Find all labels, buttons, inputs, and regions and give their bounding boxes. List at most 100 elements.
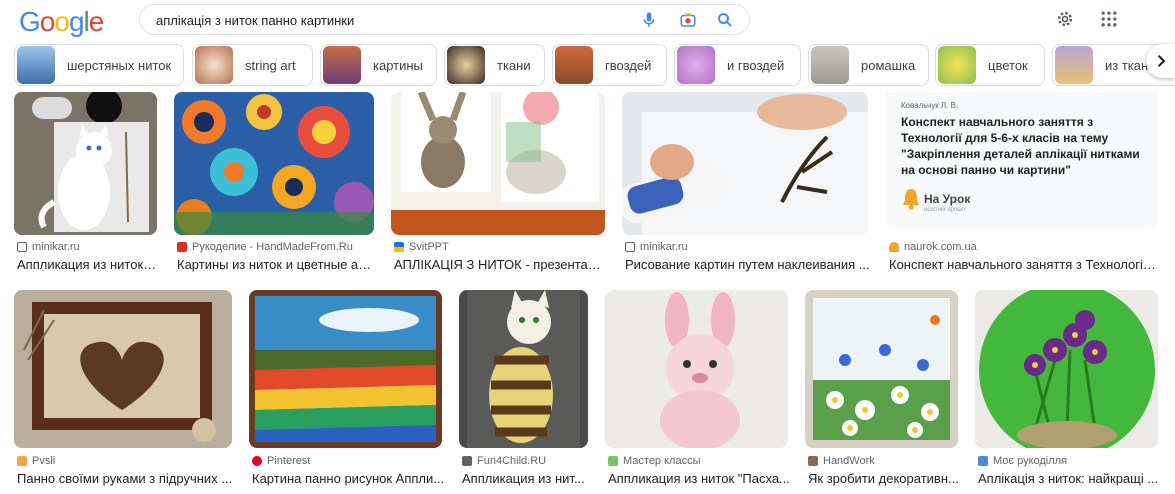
result-source[interactable]: minikar.ru [17,241,80,253]
favicon-icon [177,242,187,252]
result-image[interactable] [14,290,232,448]
result-source[interactable]: Fun4Child.RU [462,455,546,467]
favicon-icon [17,456,27,466]
result-title[interactable]: Панно своїми руками з підручних ... [17,471,235,486]
favicon-icon [462,456,472,466]
result-source[interactable]: naurok.com.ua [889,241,977,253]
result-title[interactable]: Аплікація з ниток: найкращі ... [978,471,1160,486]
result-source[interactable]: Pinterest [252,455,310,467]
glue-drawing-image [622,92,868,235]
result-image[interactable] [391,92,605,235]
doc-author: Ковальчук Л. В. [901,101,959,110]
chip-shersti[interactable]: шерстяных ниток [14,44,184,86]
bell-icon [903,189,919,210]
microphone-icon[interactable] [640,11,658,29]
chip-thumbnail [811,46,849,84]
result-title[interactable]: Конспект навчального заняття з Технологі… [889,257,1159,272]
result-title[interactable]: Як зробити декоративн... [808,471,960,486]
result-source[interactable]: Моє рукоділля [978,455,1067,467]
chip-thumbnail [447,46,485,84]
favicon-icon [252,456,262,466]
favicon-icon [625,242,635,252]
result-title[interactable]: Картина панно рисунок Аппли... [252,471,445,486]
chip-i-gvozdei[interactable]: и гвоздей [674,44,801,86]
result-title[interactable]: Аппликация из ниток. ... [17,257,159,272]
result-title[interactable]: Аппликация из ниток "Пасха... [608,471,791,486]
chip-gvozdei[interactable]: гвоздей [552,44,667,86]
favicon-icon [17,242,27,252]
chip-thumbnail [555,46,593,84]
landscape-fields-image [249,290,442,448]
result-image[interactable] [14,92,157,235]
result-image[interactable] [459,290,588,448]
favicon-icon [978,456,988,466]
source-name: Мастер классы [623,455,701,467]
chips-next-button[interactable] [1146,44,1175,78]
chip-tsvetok[interactable]: цветок [935,44,1045,86]
chip-thumbnail [323,46,361,84]
result-source[interactable]: SvitPPT [394,241,449,253]
chip-label: гвоздей [605,57,652,73]
doc-brand-sub: освітній проєкт [924,207,966,213]
result-image[interactable] [975,290,1158,448]
chip-thumbnail [1055,46,1093,84]
search-icon[interactable] [716,11,734,29]
white-cat-craft-image [14,92,157,235]
source-name: minikar.ru [32,241,80,253]
result-source[interactable]: Рукоделие - HandMadeFrom.Ru [177,241,353,253]
chip-thumbnail [195,46,233,84]
result-source[interactable]: Pvsli [17,455,55,467]
search-input[interactable] [156,11,626,29]
chip-label: шерстяных ниток [67,57,172,73]
source-name: minikar.ru [640,241,688,253]
violet-flowers-plate-image [975,290,1158,448]
chip-label: ткани [497,57,531,73]
result-image[interactable] [805,290,958,448]
source-name: SvitPPT [409,241,449,253]
gear-icon[interactable] [1055,9,1075,29]
camera-lens-icon[interactable] [679,11,697,29]
result-image[interactable] [622,92,868,235]
favicon-icon [394,242,404,252]
coffee-heart-frame-image [14,290,232,448]
chip-romashka[interactable]: ромашка [808,44,929,86]
pink-bunny-image [605,290,788,448]
result-image[interactable] [249,290,442,448]
chip-label: картины [373,57,423,73]
source-name: Моє рукоділля [993,455,1068,467]
chevron-right-icon [1157,55,1165,67]
chip-label: и гвоздей [727,57,785,73]
result-image[interactable] [174,92,374,235]
favicon-icon [889,242,899,252]
favicon-icon [808,456,818,466]
chip-string-art[interactable]: string art [192,44,313,86]
google-logo[interactable]: Google [19,7,104,37]
chip-thumbnail [938,46,976,84]
doc-brand: На Урок [924,192,971,206]
result-image[interactable] [605,290,788,448]
chip-thumbnail [17,46,55,84]
apps-grid-icon[interactable] [1099,9,1119,29]
document-preview-card[interactable]: Ковальчук Л. В. Конспект навчального зан… [886,92,1158,229]
result-title[interactable]: АПЛІКАЦІЯ З НИТОК - презентац... [394,257,606,272]
result-title[interactable]: Картины из ниток и цветные ап... [177,257,375,272]
result-source[interactable]: minikar.ru [625,241,688,253]
source-name: naurok.com.ua [904,241,977,253]
search-box [139,4,750,35]
doc-title: Конспект навчального заняття з Технологі… [901,115,1140,177]
source-name: HandWork [823,455,875,467]
chip-label: ромашка [861,57,916,73]
chip-label: из ткан [1105,57,1149,73]
chip-label: цветок [988,57,1028,73]
result-title[interactable]: Аппликация из нит... [462,471,590,486]
chip-tkani[interactable]: ткани [444,44,545,86]
chip-label: string art [245,57,296,73]
rabbit-applique-slide-image [391,92,605,235]
daisy-meadow-image [805,290,958,448]
thread-cat-image [459,290,588,448]
result-source[interactable]: Мастер классы [608,455,701,467]
related-chips: шерстяных ниток string art картины ткани… [0,42,1175,88]
result-source[interactable]: HandWork [808,455,875,467]
chip-kartiny[interactable]: картины [320,44,437,86]
result-title[interactable]: Рисование картин путем наклеивания ... [625,257,870,272]
